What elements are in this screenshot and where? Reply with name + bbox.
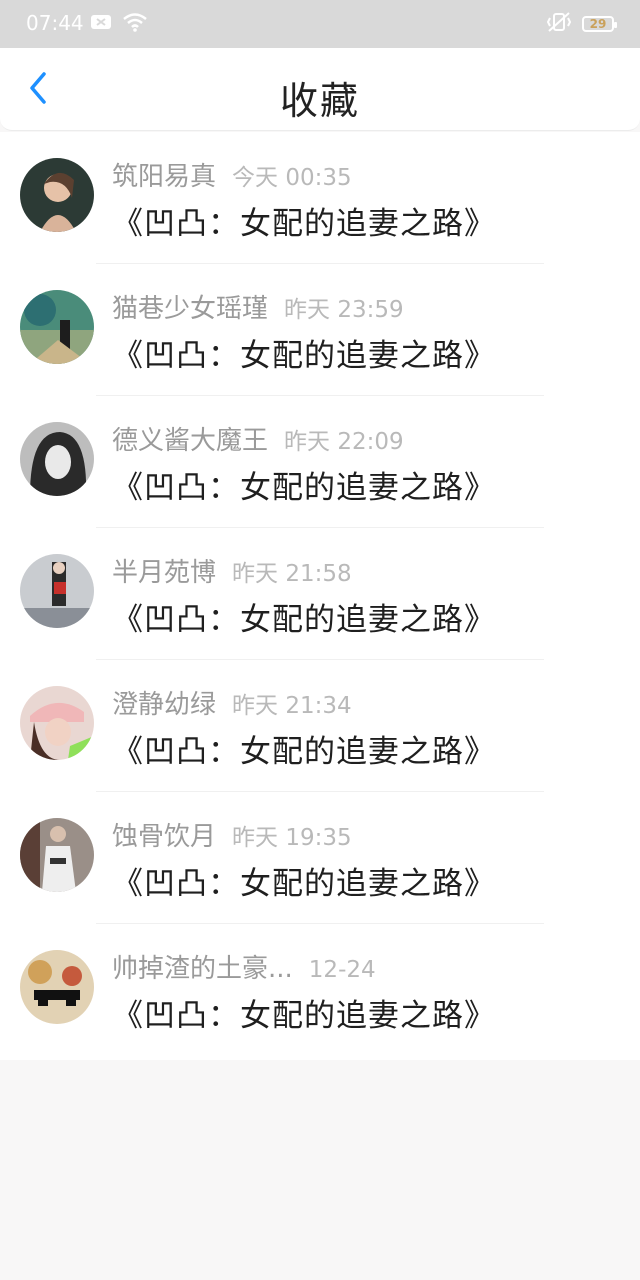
list-item[interactable]: 半月苑博 昨天 21:58 《凹凸：女配的追妻之路》 bbox=[0, 528, 640, 660]
timestamp: 今天 00:35 bbox=[232, 165, 352, 191]
message-icon bbox=[90, 14, 112, 34]
list-item[interactable]: 筑阳易真 今天 00:35 《凹凸：女配的追妻之路》 bbox=[0, 132, 640, 264]
item-meta: 猫巷少女瑶瑾 昨天 23:59 bbox=[112, 288, 404, 325]
user-name[interactable]: 猫巷少女瑶瑾 bbox=[112, 288, 268, 325]
user-name[interactable]: 德义酱大魔王 bbox=[112, 420, 268, 457]
avatar[interactable] bbox=[20, 818, 94, 892]
item-meta: 筑阳易真 今天 00:35 bbox=[112, 156, 352, 193]
book-title[interactable]: 《凹凸：女配的追妻之路》 bbox=[112, 990, 496, 1035]
avatar[interactable] bbox=[20, 290, 94, 364]
book-title[interactable]: 《凹凸：女配的追妻之路》 bbox=[112, 462, 496, 507]
item-meta: 澄静幼绿 昨天 21:34 bbox=[112, 684, 352, 721]
book-title[interactable]: 《凹凸：女配的追妻之路》 bbox=[112, 198, 496, 243]
timestamp: 昨天 23:59 bbox=[284, 297, 404, 323]
page-title: 收藏 bbox=[279, 79, 360, 123]
list-item[interactable]: 帅掉渣的土豪... 12-24 《凹凸：女配的追妻之路》 bbox=[0, 924, 640, 1056]
list-item[interactable]: 澄静幼绿 昨天 21:34 《凹凸：女配的追妻之路》 bbox=[0, 660, 640, 792]
timestamp: 昨天 21:58 bbox=[232, 561, 352, 587]
avatar[interactable] bbox=[20, 554, 94, 628]
avatar[interactable] bbox=[20, 158, 94, 232]
battery-level: 29 bbox=[589, 17, 607, 31]
status-time: 07:44 bbox=[26, 11, 84, 35]
timestamp: 昨天 22:09 bbox=[284, 429, 404, 455]
item-meta: 半月苑博 昨天 21:58 bbox=[112, 552, 352, 589]
user-name[interactable]: 蚀骨饮月 bbox=[112, 816, 216, 853]
item-meta: 帅掉渣的土豪... 12-24 bbox=[112, 948, 376, 985]
item-meta: 德义酱大魔王 昨天 22:09 bbox=[112, 420, 404, 457]
timestamp: 昨天 19:35 bbox=[232, 825, 352, 851]
status-bar: 07:44 29 bbox=[0, 0, 640, 48]
user-name[interactable]: 半月苑博 bbox=[112, 552, 216, 589]
status-left-icons bbox=[90, 12, 148, 36]
user-name[interactable]: 筑阳易真 bbox=[112, 156, 216, 193]
battery-icon: 29 bbox=[582, 16, 617, 32]
book-title[interactable]: 《凹凸：女配的追妻之路》 bbox=[112, 594, 496, 639]
user-name[interactable]: 澄静幼绿 bbox=[112, 684, 216, 721]
timestamp: 昨天 21:34 bbox=[232, 693, 352, 719]
list-item[interactable]: 德义酱大魔王 昨天 22:09 《凹凸：女配的追妻之路》 bbox=[0, 396, 640, 528]
status-right-icons: 29 bbox=[546, 11, 617, 37]
list-item[interactable]: 猫巷少女瑶瑾 昨天 23:59 《凹凸：女配的追妻之路》 bbox=[0, 264, 640, 396]
book-title[interactable]: 《凹凸：女配的追妻之路》 bbox=[112, 330, 496, 375]
favorites-list: 筑阳易真 今天 00:35 《凹凸：女配的追妻之路》 猫巷少女瑶瑾 昨天 23:… bbox=[0, 132, 640, 1060]
item-meta: 蚀骨饮月 昨天 19:35 bbox=[112, 816, 352, 853]
avatar[interactable] bbox=[20, 422, 94, 496]
book-title[interactable]: 《凹凸：女配的追妻之路》 bbox=[112, 858, 496, 903]
avatar[interactable] bbox=[20, 686, 94, 760]
book-title[interactable]: 《凹凸：女配的追妻之路》 bbox=[112, 726, 496, 771]
avatar[interactable] bbox=[20, 950, 94, 1024]
header: 收藏 bbox=[0, 48, 640, 131]
wifi-icon bbox=[122, 12, 148, 36]
timestamp: 12-24 bbox=[308, 957, 376, 983]
user-name[interactable]: 帅掉渣的土豪... bbox=[112, 948, 293, 985]
vibrate-icon bbox=[546, 11, 572, 37]
list-item[interactable]: 蚀骨饮月 昨天 19:35 《凹凸：女配的追妻之路》 bbox=[0, 792, 640, 924]
